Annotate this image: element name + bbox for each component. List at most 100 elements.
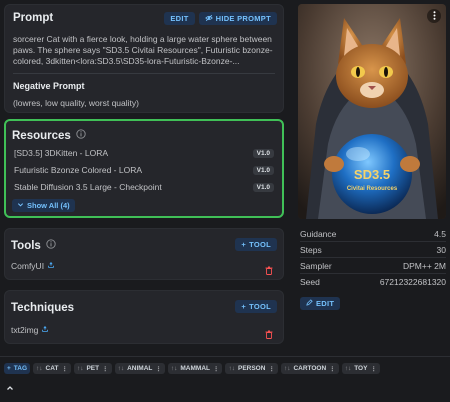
plus-icon: + xyxy=(241,240,247,249)
stat-value: 30 xyxy=(436,244,446,255)
resource-name[interactable]: [SD3.5] 3DKitten - LORA xyxy=(14,148,108,158)
link-icon[interactable] xyxy=(47,261,55,271)
link-icon[interactable] xyxy=(41,325,49,335)
tool-name[interactable]: ComfyUI xyxy=(11,261,44,271)
stat-label: Seed xyxy=(300,277,320,287)
resource-name[interactable]: Stable Diffusion 3.5 Large - Checkpoint xyxy=(14,182,162,192)
vote-arrows-icon[interactable]: ↑↓ xyxy=(77,365,84,372)
edit-prompt-button[interactable]: EDIT xyxy=(164,12,195,25)
tools-card: Tools + TOOL ComfyUI xyxy=(4,228,284,280)
resources-card: Resources [SD3.5] 3DKitten - LORA V1.0 F… xyxy=(4,119,284,218)
tag-label[interactable]: CARTOON xyxy=(293,365,326,372)
vote-arrows-icon[interactable]: ↑↓ xyxy=(118,365,125,372)
resource-version-badge: V1.0 xyxy=(252,165,274,175)
plus-icon: + xyxy=(241,302,247,311)
tag-chip[interactable]: ↑↓ PERSON ⋮ xyxy=(225,363,278,374)
add-tag-label: TAG xyxy=(13,365,28,372)
section-divider xyxy=(0,356,450,357)
tag-chip[interactable]: ↑↓ CARTOON ⋮ xyxy=(280,363,339,374)
tag-label[interactable]: PERSON xyxy=(238,365,265,372)
chevron-up-icon[interactable] xyxy=(6,379,14,397)
more-vertical-icon[interactable]: ⋮ xyxy=(370,365,377,373)
tag-chip[interactable]: ↑↓ PET ⋮ xyxy=(73,363,112,374)
stat-value: DPM++ 2M xyxy=(403,260,446,271)
resources-title: Resources xyxy=(12,129,86,142)
tool-item[interactable]: ComfyUI xyxy=(11,261,55,271)
tag-bar: + TAG ↑↓ CAT ⋮ ↑↓ PET ⋮ ↑↓ ANIMAL ⋮ ↑↓ M… xyxy=(4,363,380,374)
tag-label[interactable]: MAMMAL xyxy=(180,365,210,372)
tag-chip[interactable]: ↑↓ MAMMAL ⋮ xyxy=(167,363,223,374)
resource-version-badge: V1.0 xyxy=(252,182,274,192)
stat-row-guidance: Guidance 4.5 xyxy=(300,226,446,242)
stat-label: Sampler xyxy=(300,260,332,271)
show-all-label: Show All (4) xyxy=(27,201,70,210)
vote-arrows-icon[interactable]: ↑↓ xyxy=(171,365,178,372)
stat-label: Guidance xyxy=(300,228,337,239)
generated-image[interactable]: SD3.5 Civitai Resources xyxy=(298,4,446,219)
negative-prompt-title: Negative Prompt xyxy=(13,81,85,91)
cat-illustration: SD3.5 Civitai Resources xyxy=(298,4,446,219)
chevron-down-icon xyxy=(17,201,24,210)
stat-value: 67212322681320 xyxy=(379,277,446,287)
resources-title-label: Resources xyxy=(12,129,71,142)
more-vertical-icon[interactable]: ⋮ xyxy=(268,365,275,373)
tag-chip[interactable]: ↑↓ ANIMAL ⋮ xyxy=(114,363,165,374)
pencil-icon xyxy=(306,299,313,308)
edit-generation-button[interactable]: EDIT xyxy=(300,297,341,310)
add-technique-label: TOOL xyxy=(249,302,271,311)
technique-item[interactable]: txt2img xyxy=(11,325,49,335)
info-icon xyxy=(76,129,86,142)
hide-prompt-label: HIDE PROMPT xyxy=(215,14,271,23)
vote-arrows-icon[interactable]: ↑↓ xyxy=(345,365,352,372)
more-vertical-icon[interactable]: ⋮ xyxy=(61,365,68,373)
resource-row[interactable]: [SD3.5] 3DKitten - LORA V1.0 xyxy=(14,146,274,160)
tag-label[interactable]: CAT xyxy=(46,365,59,372)
technique-name[interactable]: txt2img xyxy=(11,325,38,335)
vote-arrows-icon[interactable]: ↑↓ xyxy=(284,365,291,372)
add-tag-button[interactable]: + TAG xyxy=(4,363,31,374)
techniques-title: Techniques xyxy=(11,302,75,314)
tag-chip[interactable]: ↑↓ CAT ⋮ xyxy=(33,363,71,374)
tag-label[interactable]: ANIMAL xyxy=(127,365,152,372)
image-menu-button[interactable] xyxy=(427,9,441,23)
plus-icon: + xyxy=(7,365,11,372)
tag-chip[interactable]: ↑↓ TOY ⋮ xyxy=(341,363,380,374)
resource-name[interactable]: Futuristic Bzonze Colored - LORA xyxy=(14,165,142,175)
hide-prompt-button[interactable]: HIDE PROMPT xyxy=(198,12,277,25)
add-tool-label: TOOL xyxy=(249,240,271,249)
more-vertical-icon[interactable]: ⋮ xyxy=(329,365,336,373)
more-vertical-icon[interactable]: ⋮ xyxy=(213,365,220,373)
tag-label[interactable]: TOY xyxy=(354,365,367,372)
negative-prompt-text: (lowres, low quality, worst quality) xyxy=(13,98,139,108)
prompt-card: Prompt EDIT HIDE PROMPT sorcerer Cat wit… xyxy=(4,4,284,113)
delete-technique-icon[interactable] xyxy=(265,326,273,344)
stat-row-seed: Seed 67212322681320 xyxy=(300,274,446,290)
edit-generation-label: EDIT xyxy=(316,299,335,308)
more-vertical-icon xyxy=(433,7,436,25)
add-technique-button[interactable]: + TOOL xyxy=(235,300,277,313)
vote-arrows-icon[interactable]: ↑↓ xyxy=(36,365,43,372)
delete-tool-icon[interactable] xyxy=(265,262,273,280)
sphere-text-line2: Civitai Resources xyxy=(347,186,398,192)
prompt-title: Prompt xyxy=(13,12,54,24)
sphere-text-line1: SD3.5 xyxy=(354,167,390,182)
resource-row[interactable]: Stable Diffusion 3.5 Large - Checkpoint … xyxy=(14,180,274,194)
tools-title: Tools xyxy=(11,239,56,252)
more-vertical-icon[interactable]: ⋮ xyxy=(102,365,109,373)
resource-row[interactable]: Futuristic Bzonze Colored - LORA V1.0 xyxy=(14,163,274,177)
eye-off-icon xyxy=(204,14,213,24)
add-tool-button[interactable]: + TOOL xyxy=(235,238,277,251)
stat-row-steps: Steps 30 xyxy=(300,242,446,258)
stat-label: Steps xyxy=(300,244,322,255)
resource-version-badge: V1.0 xyxy=(252,148,274,158)
more-vertical-icon[interactable]: ⋮ xyxy=(155,365,162,373)
tools-title-label: Tools xyxy=(11,239,41,252)
info-icon xyxy=(46,239,56,252)
vote-arrows-icon[interactable]: ↑↓ xyxy=(228,365,235,372)
prompt-text: sorcerer Cat with a fierce look, holding… xyxy=(13,34,273,66)
stat-value: 4.5 xyxy=(434,228,446,239)
techniques-card: Techniques + TOOL txt2img xyxy=(4,290,284,344)
show-all-button[interactable]: Show All (4) xyxy=(12,199,75,212)
prompt-divider xyxy=(13,73,275,74)
tag-label[interactable]: PET xyxy=(86,365,99,372)
